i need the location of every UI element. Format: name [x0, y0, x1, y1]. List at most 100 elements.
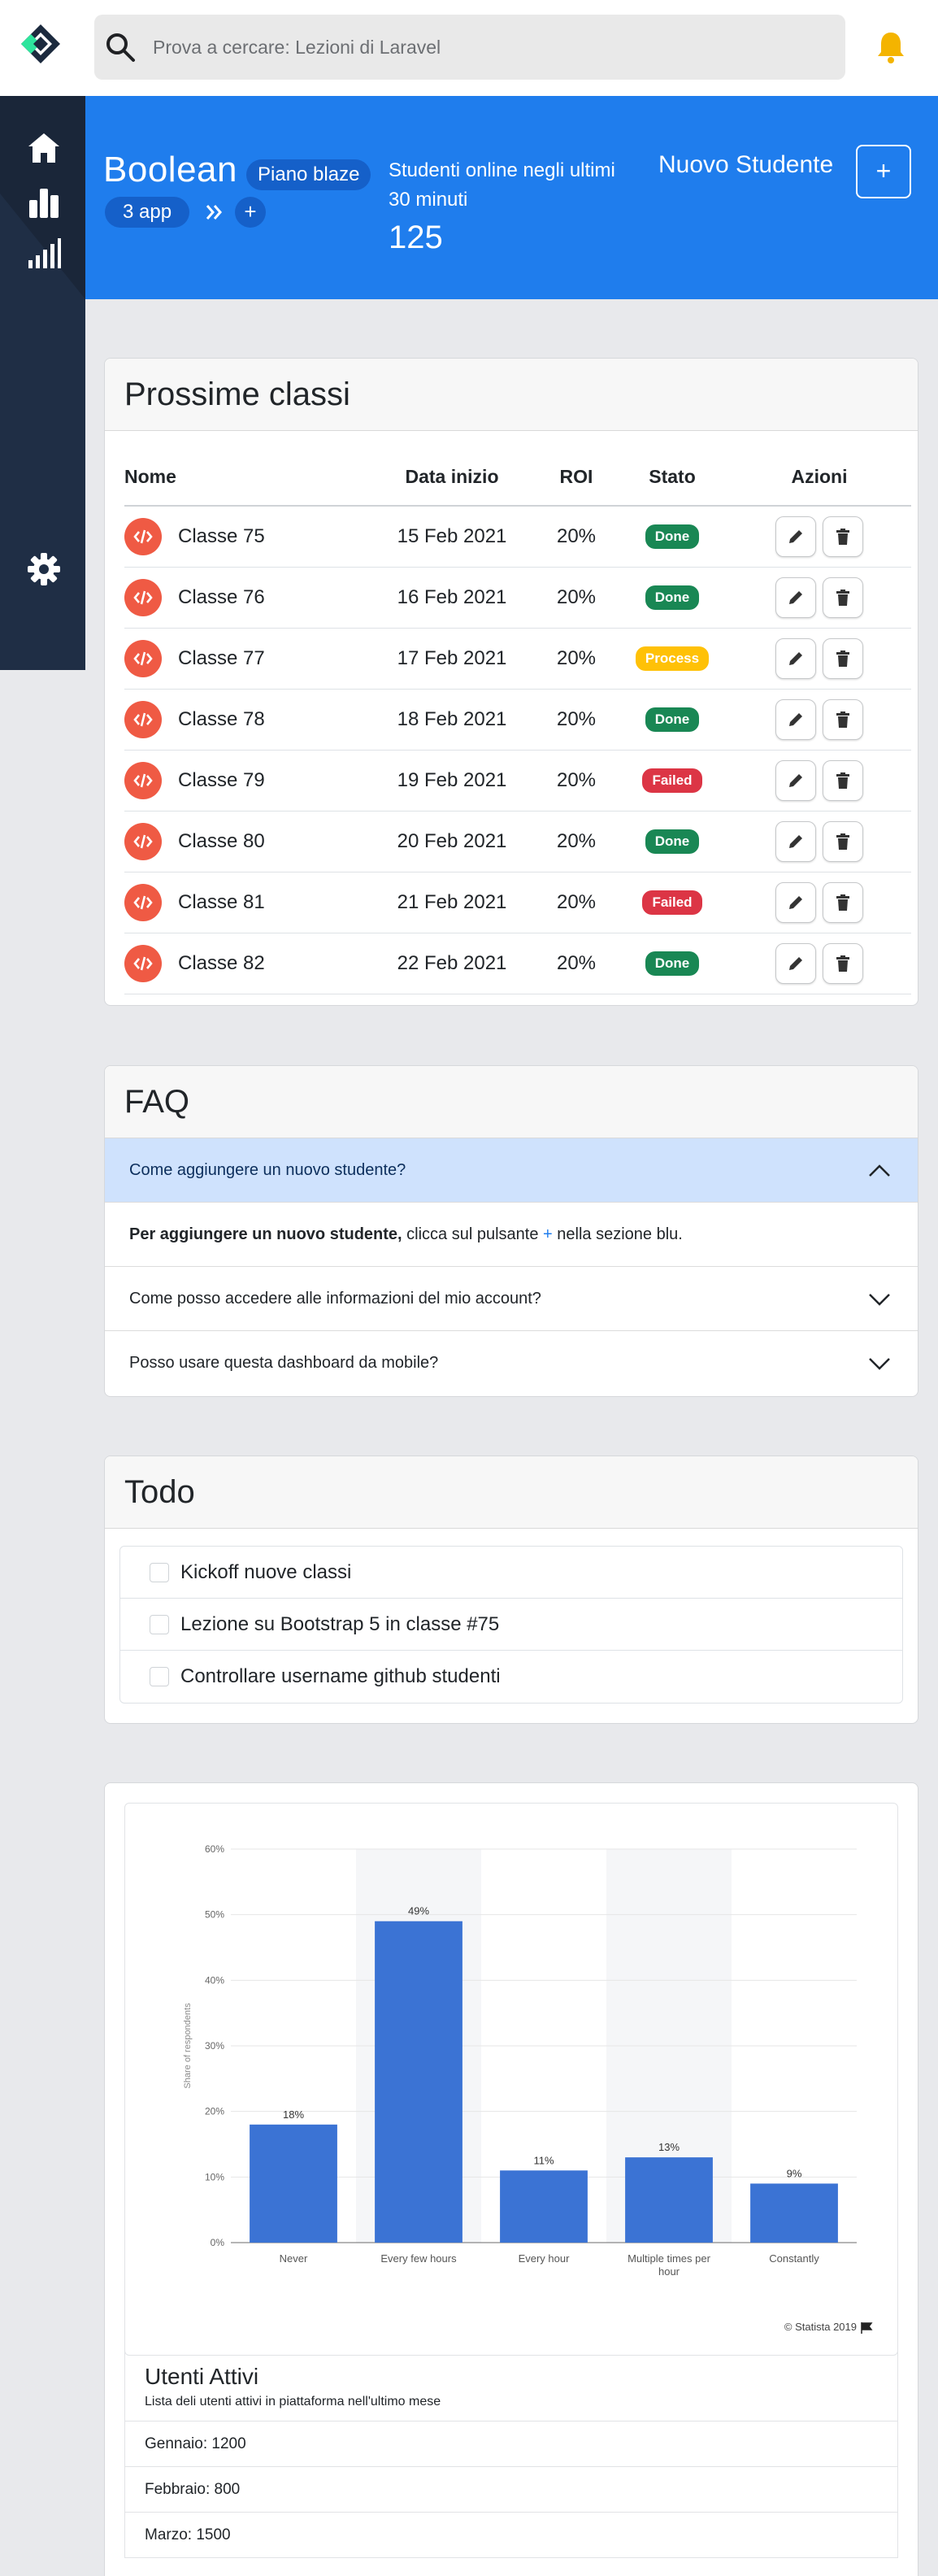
class-status-cell: Failed	[617, 751, 727, 811]
faq-question-1[interactable]: Come aggiungere un nuovo studente?	[105, 1138, 918, 1203]
delete-button[interactable]	[823, 516, 863, 557]
todo-checkbox[interactable]	[150, 1614, 169, 1634]
delete-button[interactable]	[823, 882, 863, 923]
edit-button[interactable]	[775, 943, 816, 984]
table-row: Classe 76 16 Feb 2021 20% Done	[124, 568, 911, 629]
pencil-icon	[789, 713, 802, 726]
delete-button[interactable]	[823, 699, 863, 740]
boolean-logo[interactable]	[20, 23, 62, 65]
active-users-list: Utenti Attivi Lista deli utenti attivi i…	[124, 2348, 898, 2558]
sidebar	[0, 96, 85, 670]
gear-icon[interactable]	[26, 551, 62, 587]
bar-chart-icon[interactable]	[26, 185, 62, 221]
bar-chart: 0% 10% 20% 30% 40% 50% 60% Share of respondents…	[183, 1843, 873, 2334]
code-icon	[124, 945, 162, 982]
bell-icon[interactable]	[873, 29, 909, 65]
edit-button[interactable]	[775, 760, 816, 801]
table-row: Classe 81 21 Feb 2021 20% Failed	[124, 872, 911, 933]
class-name-cell: Classe 81	[124, 872, 265, 933]
trash-icon	[836, 772, 849, 789]
x-tick-label: Constantly	[769, 2252, 819, 2265]
classes-card: Prossime classi Nome Data inizio ROI Sta…	[104, 358, 918, 1006]
faq-question-3[interactable]: Posso usare questa dashboard da mobile?	[105, 1331, 918, 1395]
todo-checkbox[interactable]	[150, 1667, 169, 1686]
pencil-icon	[789, 530, 802, 543]
todo-checkbox[interactable]	[150, 1562, 169, 1582]
class-actions	[727, 751, 911, 811]
y-tick-label: 40%	[205, 1974, 224, 1986]
chart-bar	[250, 2124, 337, 2243]
class-roi: 20%	[556, 952, 597, 974]
class-status-cell: Done	[617, 933, 727, 994]
signal-icon[interactable]	[26, 236, 62, 272]
add-student-button[interactable]: +	[856, 145, 911, 198]
class-actions	[727, 690, 911, 750]
x-tick-label: Every hour	[519, 2252, 571, 2265]
status-badge: Done	[645, 524, 700, 549]
y-tick-label: 60%	[205, 1843, 224, 1855]
apps-badge[interactable]: 3 app	[105, 197, 190, 228]
data-label: 49%	[408, 1905, 429, 1917]
trash-icon	[836, 529, 849, 545]
todo-label: Controllare username github studenti	[180, 1665, 501, 1687]
class-date: 20 Feb 2021	[397, 830, 507, 852]
class-roi: 20%	[556, 525, 597, 547]
chart-bar	[375, 1921, 462, 2243]
edit-button[interactable]	[775, 516, 816, 557]
class-roi: 20%	[556, 830, 597, 852]
top-bar	[0, 0, 938, 96]
x-tick-label: Multiple times per	[628, 2252, 711, 2265]
trash-icon	[836, 955, 849, 972]
class-status-cell: Done	[617, 690, 727, 750]
search-icon[interactable]	[104, 31, 137, 63]
edit-button[interactable]	[775, 577, 816, 618]
data-label: 13%	[658, 2141, 680, 2153]
class-date: 16 Feb 2021	[397, 586, 507, 608]
class-name: Classe 78	[178, 708, 265, 730]
edit-button[interactable]	[775, 638, 816, 679]
trash-icon	[836, 833, 849, 850]
header-actions: Azioni	[791, 465, 848, 487]
status-badge: Failed	[642, 768, 702, 793]
pencil-icon	[789, 896, 802, 909]
class-actions	[727, 812, 911, 872]
header-date: Data inizio	[405, 465, 499, 487]
add-app-button[interactable]: +	[235, 197, 266, 228]
delete-button[interactable]	[823, 943, 863, 984]
trash-icon	[836, 711, 849, 728]
class-status-cell: Failed	[617, 872, 727, 933]
class-date: 17 Feb 2021	[397, 647, 507, 669]
status-badge: Done	[645, 829, 700, 854]
pencil-icon	[789, 652, 802, 665]
delete-button[interactable]	[823, 577, 863, 618]
delete-button[interactable]	[823, 821, 863, 862]
todo-title: Todo	[105, 1456, 918, 1529]
class-name: Classe 75	[178, 525, 265, 547]
faq-question-2[interactable]: Come posso accedere alle informazioni de…	[105, 1267, 918, 1331]
delete-button[interactable]	[823, 638, 863, 679]
status-badge: Process	[635, 646, 710, 671]
search-input[interactable]	[153, 15, 819, 80]
y-axis-label: Share of respondents	[183, 2003, 193, 2089]
trash-icon	[836, 894, 849, 911]
code-icon	[124, 640, 162, 677]
home-icon[interactable]	[26, 130, 62, 166]
header-roi: ROI	[559, 465, 593, 487]
class-date: 18 Feb 2021	[397, 708, 507, 730]
edit-button[interactable]	[775, 821, 816, 862]
y-tick-label: 10%	[205, 2171, 224, 2182]
delete-button[interactable]	[823, 760, 863, 801]
table-row: Classe 78 18 Feb 2021 20% Done	[124, 690, 911, 751]
edit-button[interactable]	[775, 882, 816, 923]
x-tick-label: Every few hours	[380, 2252, 457, 2265]
search-bar	[94, 15, 845, 80]
header-name: Nome	[124, 465, 176, 487]
table-row: Classe 77 17 Feb 2021 20% Process	[124, 629, 911, 690]
edit-button[interactable]	[775, 699, 816, 740]
class-status-cell: Done	[617, 812, 727, 872]
double-chevron-right-icon[interactable]	[199, 197, 230, 228]
y-tick-label: 0%	[211, 2237, 225, 2248]
class-actions	[727, 872, 911, 933]
active-users-row: Febbraio: 800	[125, 2466, 897, 2512]
data-label: 9%	[787, 2167, 802, 2179]
